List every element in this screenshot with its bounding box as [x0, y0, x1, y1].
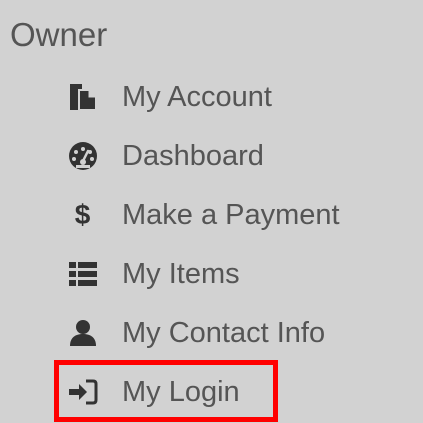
- dollar-icon: $: [74, 199, 91, 230]
- menu-item-my-contact-info[interactable]: My Contact Info: [66, 313, 325, 353]
- menu-item-my-login[interactable]: My Login: [66, 372, 240, 412]
- menu-item-label: My Items: [122, 258, 240, 290]
- menu-item-label: My Account: [122, 81, 272, 113]
- menu-item-label: Make a Payment: [122, 199, 340, 231]
- menu-item-dashboard[interactable]: Dashboard: [66, 136, 264, 176]
- section-title-owner: Owner: [10, 16, 108, 53]
- sign-in-icon: [66, 377, 99, 407]
- menu-item-make-a-payment[interactable]: $ Make a Payment: [66, 195, 340, 235]
- menu-item-label: Dashboard: [122, 140, 264, 172]
- menu-item-label: My Contact Info: [122, 317, 326, 349]
- menu-item-label: My Login: [122, 376, 240, 408]
- dashboard-gauge-icon: [66, 141, 99, 171]
- menu-item-my-account[interactable]: My Account: [66, 77, 272, 117]
- menu-item-my-items[interactable]: My Items: [66, 254, 240, 294]
- user-icon: [66, 318, 99, 348]
- list-icon: [66, 259, 99, 289]
- owner-menu-panel: Owner My Account Dashboard $ Make a Paym…: [0, 0, 423, 423]
- copy-document-icon: [66, 82, 99, 112]
